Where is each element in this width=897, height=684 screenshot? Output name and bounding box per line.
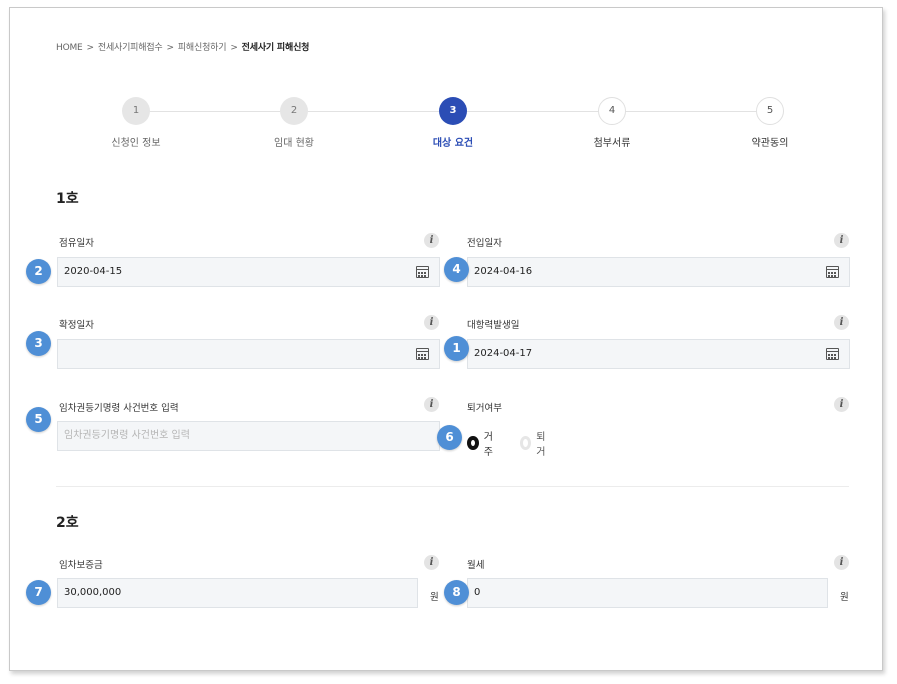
breadcrumb-home[interactable]: HOME: [56, 43, 83, 53]
breadcrumb-separator: >: [166, 43, 175, 53]
step-label: 첨부서류: [593, 138, 631, 149]
callout-badge-6: 6: [437, 425, 462, 450]
callout-badge-8: 8: [444, 580, 469, 605]
step-lease-status[interactable]: 2 임대 현황: [234, 97, 354, 149]
step-label: 신청인 정보: [111, 138, 161, 149]
step-number: 5: [756, 97, 784, 125]
move-out-info-icon[interactable]: i: [834, 397, 849, 412]
step-number: 1: [122, 97, 150, 125]
lease-registration-placeholder: 임차권등기명령 사건번호 입력: [64, 430, 190, 441]
deposit-label: 임차보증금: [59, 560, 103, 571]
calendar-icon[interactable]: [416, 348, 429, 360]
section-title-unit-1: 1호: [56, 191, 79, 207]
step-terms[interactable]: 5 약관동의: [710, 97, 830, 149]
occupancy-date-input[interactable]: 2020-04-15: [57, 257, 440, 287]
breadcrumb-apply[interactable]: 피해신청하기: [178, 43, 227, 53]
move-in-date-input[interactable]: 2024-04-16: [467, 257, 850, 287]
progress-stepper: 1 신청인 정보 2 임대 현황 3 대상 요건 4 첨부서류 5 약관동의: [56, 97, 849, 157]
calendar-icon[interactable]: [826, 266, 839, 278]
callout-badge-5: 5: [26, 407, 51, 432]
section-divider: [56, 486, 849, 487]
lease-registration-input[interactable]: 임차권등기명령 사건번호 입력: [57, 421, 440, 451]
step-attachments[interactable]: 4 첨부서류: [552, 97, 672, 149]
opposing-power-date-label: 대항력발생일: [467, 320, 520, 331]
radio-unchecked-icon: [520, 436, 532, 450]
occupancy-date-value: 2020-04-15: [64, 266, 123, 277]
move-in-date-info-icon[interactable]: i: [834, 233, 849, 248]
step-number: 3: [439, 97, 467, 125]
fixed-date-input[interactable]: [57, 339, 440, 369]
move-out-label: 퇴거여부: [467, 403, 502, 414]
callout-badge-4: 4: [444, 257, 469, 282]
breadcrumb: HOME > 전세사기피해접수 > 피해신청하기 > 전세사기 피해신청: [56, 40, 313, 53]
calendar-icon[interactable]: [416, 266, 429, 278]
section-title-unit-2: 2호: [56, 515, 79, 531]
step-eligibility[interactable]: 3 대상 요건: [393, 97, 513, 149]
deposit-info-icon[interactable]: i: [424, 555, 439, 570]
lease-registration-label: 임차권등기명령 사건번호 입력: [59, 403, 179, 414]
step-applicant-info[interactable]: 1 신청인 정보: [76, 97, 196, 149]
move-in-date-label: 전입일자: [467, 238, 502, 249]
breadcrumb-current: 전세사기 피해신청: [241, 43, 310, 53]
deposit-input[interactable]: 30,000,000: [57, 578, 418, 608]
deposit-unit: 원: [430, 592, 439, 603]
monthly-rent-label: 월세: [467, 560, 485, 571]
monthly-rent-value: 0: [474, 587, 481, 598]
occupancy-date-label: 점유일자: [59, 238, 94, 249]
callout-badge-1: 1: [444, 336, 469, 361]
radio-residing[interactable]: 거주: [467, 428, 495, 458]
breadcrumb-separator: >: [86, 43, 95, 53]
fixed-date-info-icon[interactable]: i: [424, 315, 439, 330]
step-number: 2: [280, 97, 308, 125]
deposit-value: 30,000,000: [64, 587, 122, 598]
fixed-date-label: 확정일자: [59, 320, 94, 331]
radio-checked-icon: [467, 436, 479, 450]
opposing-power-date-info-icon[interactable]: i: [834, 315, 849, 330]
callout-badge-3: 3: [26, 331, 51, 356]
occupancy-date-info-icon[interactable]: i: [424, 233, 439, 248]
move-in-date-value: 2024-04-16: [474, 266, 533, 277]
callout-badge-2: 2: [26, 259, 51, 284]
breadcrumb-separator: >: [230, 43, 238, 53]
monthly-rent-input[interactable]: 0: [467, 578, 828, 608]
lease-registration-info-icon[interactable]: i: [424, 397, 439, 412]
radio-label: 퇴거: [536, 432, 546, 458]
step-label: 대상 요건: [432, 138, 474, 149]
step-number: 4: [598, 97, 626, 125]
step-label: 임대 현황: [274, 138, 314, 149]
step-label: 약관동의: [751, 138, 789, 149]
radio-moved-out[interactable]: 퇴거: [520, 428, 548, 458]
opposing-power-date-input[interactable]: 2024-04-17: [467, 339, 850, 369]
opposing-power-date-value: 2024-04-17: [474, 348, 533, 359]
callout-badge-7: 7: [26, 580, 51, 605]
calendar-icon[interactable]: [826, 348, 839, 360]
breadcrumb-damage-intake[interactable]: 전세사기피해접수: [98, 43, 163, 53]
monthly-rent-info-icon[interactable]: i: [834, 555, 849, 570]
radio-label: 거주: [483, 432, 493, 458]
monthly-rent-unit: 원: [840, 592, 849, 603]
